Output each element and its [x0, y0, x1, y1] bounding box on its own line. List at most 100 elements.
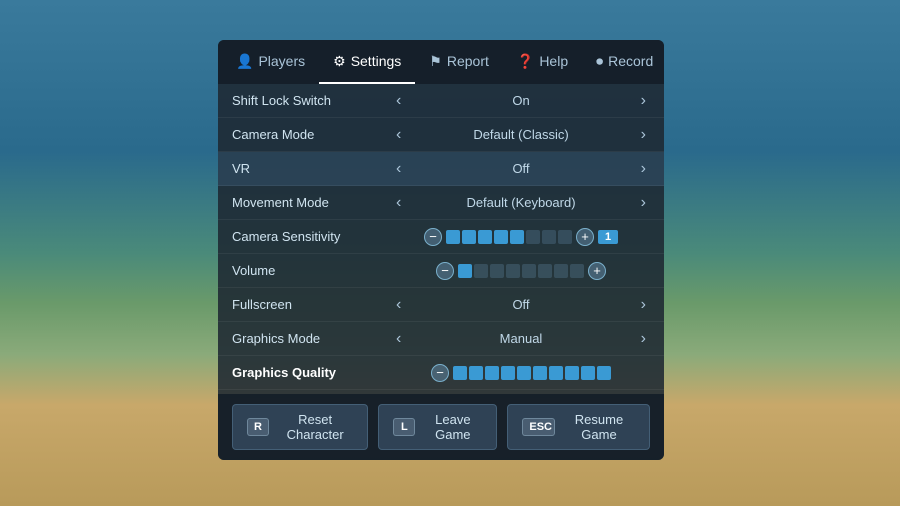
camera-mode-value: Default (Classic): [413, 127, 628, 142]
bottom-bar: R Reset Character L Leave Game ESC Resum…: [218, 394, 664, 460]
graphics-quality-control: −: [392, 364, 650, 382]
tab-record[interactable]: ⏺ Record: [582, 40, 667, 84]
fullscreen-control: ‹ Off ›: [392, 297, 650, 313]
leave-label: Leave Game: [423, 412, 482, 442]
gq-block8: [565, 366, 579, 380]
graphics-quality-minus[interactable]: −: [431, 364, 449, 382]
report-icon: ⚑: [429, 53, 442, 70]
camera-sensitivity-blocks: [446, 230, 572, 244]
camera-sensitivity-value: 1: [598, 230, 618, 244]
camera-mode-left[interactable]: ‹: [392, 127, 405, 143]
volume-label: Volume: [232, 263, 392, 278]
setting-movement-mode: Movement Mode ‹ Default (Keyboard) ›: [218, 186, 664, 220]
resume-game-button[interactable]: ESC Resume Game: [507, 404, 650, 450]
vol-block1: [458, 264, 472, 278]
tab-help-label: Help: [539, 53, 568, 69]
shift-lock-value: On: [413, 93, 628, 108]
movement-mode-left[interactable]: ‹: [392, 195, 405, 211]
tab-help[interactable]: ❓ Help: [503, 40, 582, 84]
fullscreen-value: Off: [413, 297, 628, 312]
vol-block2: [474, 264, 488, 278]
camera-sensitivity-minus[interactable]: −: [424, 228, 442, 246]
vr-label: VR: [232, 161, 392, 176]
fullscreen-right[interactable]: ›: [637, 297, 650, 313]
setting-graphics-mode: Graphics Mode ‹ Manual ›: [218, 322, 664, 356]
vr-right[interactable]: ›: [637, 161, 650, 177]
vol-block8: [570, 264, 584, 278]
gq-block4: [501, 366, 515, 380]
shift-lock-control: ‹ On ›: [392, 93, 650, 109]
graphics-mode-left[interactable]: ‹: [392, 331, 405, 347]
leave-key: L: [393, 418, 415, 436]
record-icon: ⏺: [596, 53, 603, 70]
tab-report[interactable]: ⚑ Report: [415, 40, 503, 84]
tab-settings-label: Settings: [351, 53, 402, 69]
shift-lock-right[interactable]: ›: [637, 93, 650, 109]
volume-minus[interactable]: −: [436, 262, 454, 280]
resume-label: Resume Game: [563, 412, 635, 442]
block2: [462, 230, 476, 244]
gq-block7: [549, 366, 563, 380]
setting-volume: Volume − +: [218, 254, 664, 288]
camera-sensitivity-control: − + 1: [392, 228, 650, 246]
tab-report-label: Report: [447, 53, 489, 69]
leave-game-button[interactable]: L Leave Game: [378, 404, 497, 450]
shift-lock-label: Shift Lock Switch: [232, 93, 392, 108]
help-icon: ❓: [517, 53, 534, 70]
reset-character-button[interactable]: R Reset Character: [232, 404, 368, 450]
vol-block5: [522, 264, 536, 278]
camera-mode-right[interactable]: ›: [637, 127, 650, 143]
camera-mode-control: ‹ Default (Classic) ›: [392, 127, 650, 143]
vr-value: Off: [413, 161, 628, 176]
gq-block6: [533, 366, 547, 380]
setting-fullscreen: Fullscreen ‹ Off ›: [218, 288, 664, 322]
movement-mode-control: ‹ Default (Keyboard) ›: [392, 195, 650, 211]
vol-block6: [538, 264, 552, 278]
settings-content: Shift Lock Switch ‹ On › Camera Mode ‹ D…: [218, 84, 664, 394]
graphics-mode-control: ‹ Manual ›: [392, 331, 650, 347]
camera-sensitivity-label: Camera Sensitivity: [232, 229, 392, 244]
gq-block5: [517, 366, 531, 380]
vr-left[interactable]: ‹: [392, 161, 405, 177]
reset-key: R: [247, 418, 269, 436]
gq-block10: [597, 366, 611, 380]
camera-sensitivity-plus[interactable]: +: [576, 228, 594, 246]
tab-players-label: Players: [258, 53, 305, 69]
graphics-quality-label: Graphics Quality: [232, 365, 392, 380]
gq-block9: [581, 366, 595, 380]
block4: [494, 230, 508, 244]
setting-camera-sensitivity: Camera Sensitivity − + 1: [218, 220, 664, 254]
players-icon: 👤: [236, 53, 253, 70]
volume-blocks: [458, 264, 584, 278]
tab-record-label: Record: [608, 53, 653, 69]
shift-lock-left[interactable]: ‹: [392, 93, 405, 109]
block3: [478, 230, 492, 244]
block6: [526, 230, 540, 244]
movement-mode-right[interactable]: ›: [637, 195, 650, 211]
settings-panel: 👤 Players ⚙ Settings ⚑ Report ❓ Help ⏺ R…: [218, 40, 664, 460]
resume-key: ESC: [522, 418, 555, 436]
block1: [446, 230, 460, 244]
graphics-mode-right[interactable]: ›: [637, 331, 650, 347]
setting-vr: VR ‹ Off ›: [218, 152, 664, 186]
graphics-mode-label: Graphics Mode: [232, 331, 392, 346]
fullscreen-label: Fullscreen: [232, 297, 392, 312]
gq-block1: [453, 366, 467, 380]
gq-block2: [469, 366, 483, 380]
tab-bar: 👤 Players ⚙ Settings ⚑ Report ❓ Help ⏺ R…: [218, 40, 664, 84]
vol-block7: [554, 264, 568, 278]
setting-graphics-quality: Graphics Quality −: [218, 356, 664, 390]
settings-icon: ⚙: [333, 53, 346, 70]
fullscreen-left[interactable]: ‹: [392, 297, 405, 313]
block8: [558, 230, 572, 244]
setting-camera-mode: Camera Mode ‹ Default (Classic) ›: [218, 118, 664, 152]
tab-settings[interactable]: ⚙ Settings: [319, 40, 415, 84]
graphics-mode-value: Manual: [413, 331, 628, 346]
vol-block3: [490, 264, 504, 278]
tab-players[interactable]: 👤 Players: [222, 40, 319, 84]
vol-block4: [506, 264, 520, 278]
setting-shift-lock: Shift Lock Switch ‹ On ›: [218, 84, 664, 118]
volume-plus[interactable]: +: [588, 262, 606, 280]
movement-mode-label: Movement Mode: [232, 195, 392, 210]
vr-control: ‹ Off ›: [392, 161, 650, 177]
